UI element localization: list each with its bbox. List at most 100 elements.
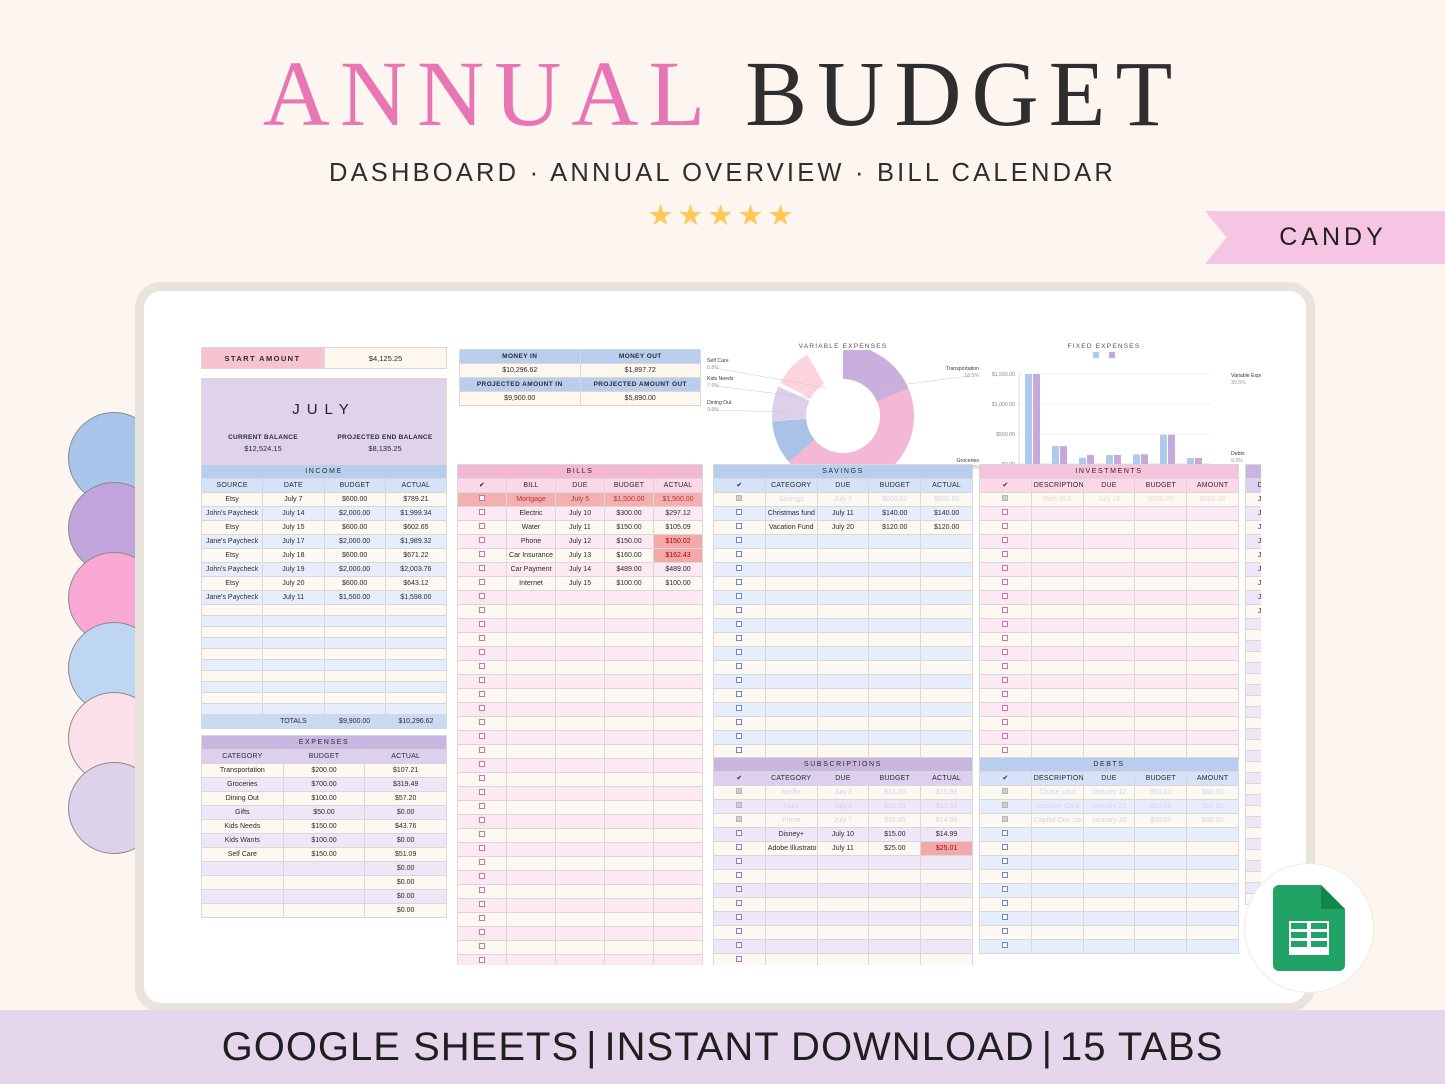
checkbox-icon[interactable] bbox=[736, 579, 743, 585]
row-checkbox[interactable] bbox=[979, 506, 1032, 521]
row-checkbox[interactable] bbox=[713, 730, 766, 745]
checkbox-icon[interactable] bbox=[1002, 705, 1009, 711]
checkbox-icon[interactable] bbox=[479, 607, 485, 613]
money-in-value[interactable]: $10,296.62 bbox=[459, 363, 581, 378]
row-checkbox[interactable] bbox=[713, 953, 766, 965]
row-checkbox[interactable] bbox=[457, 548, 507, 563]
row-checkbox[interactable] bbox=[979, 632, 1032, 647]
checkbox-icon[interactable] bbox=[479, 663, 485, 669]
checkbox-icon[interactable] bbox=[479, 831, 485, 837]
checkbox-icon[interactable] bbox=[1002, 788, 1009, 794]
checkbox-icon[interactable] bbox=[479, 845, 485, 851]
row-checkbox[interactable] bbox=[713, 562, 766, 577]
row-checkbox[interactable] bbox=[713, 841, 766, 856]
checkbox-icon[interactable] bbox=[1002, 858, 1009, 864]
checkbox-icon[interactable] bbox=[479, 803, 485, 809]
row-checkbox[interactable] bbox=[979, 590, 1032, 605]
checkbox-icon[interactable] bbox=[1002, 719, 1009, 725]
checkbox-icon[interactable] bbox=[479, 915, 485, 921]
checkbox-icon[interactable] bbox=[736, 802, 743, 808]
row-checkbox[interactable] bbox=[979, 604, 1032, 619]
row-checkbox[interactable] bbox=[979, 911, 1032, 926]
row-checkbox[interactable] bbox=[979, 520, 1032, 535]
row-checkbox[interactable] bbox=[713, 590, 766, 605]
row-checkbox[interactable] bbox=[979, 925, 1032, 940]
row-checkbox[interactable] bbox=[457, 604, 507, 619]
checkbox-icon[interactable] bbox=[736, 747, 743, 753]
row-checkbox[interactable] bbox=[457, 716, 507, 731]
checkbox-icon[interactable] bbox=[736, 830, 743, 836]
checkbox-icon[interactable] bbox=[736, 858, 743, 864]
checkbox-icon[interactable] bbox=[1002, 495, 1009, 501]
checkbox-icon[interactable] bbox=[736, 537, 743, 543]
row-checkbox[interactable] bbox=[457, 898, 507, 913]
checkbox-icon[interactable] bbox=[479, 929, 485, 935]
row-checkbox[interactable] bbox=[979, 730, 1032, 745]
checkbox-icon[interactable] bbox=[736, 886, 743, 892]
row-checkbox[interactable] bbox=[713, 492, 766, 507]
row-checkbox[interactable] bbox=[457, 576, 507, 591]
checkbox-icon[interactable] bbox=[479, 859, 485, 865]
row-checkbox[interactable] bbox=[457, 744, 507, 759]
row-checkbox[interactable] bbox=[713, 883, 766, 898]
checkbox-icon[interactable] bbox=[1002, 914, 1009, 920]
row-checkbox[interactable] bbox=[457, 646, 507, 661]
row-checkbox[interactable] bbox=[457, 562, 507, 577]
checkbox-icon[interactable] bbox=[479, 495, 485, 501]
row-checkbox[interactable] bbox=[979, 492, 1032, 507]
row-checkbox[interactable] bbox=[979, 702, 1032, 717]
checkbox-icon[interactable] bbox=[1002, 593, 1009, 599]
checkbox-icon[interactable] bbox=[736, 663, 743, 669]
row-checkbox[interactable] bbox=[979, 674, 1032, 689]
projected-out-value[interactable]: $5,890.00 bbox=[579, 391, 701, 406]
checkbox-icon[interactable] bbox=[1002, 551, 1009, 557]
checkbox-icon[interactable] bbox=[479, 579, 485, 585]
checkbox-icon[interactable] bbox=[1002, 649, 1009, 655]
checkbox-icon[interactable] bbox=[736, 872, 743, 878]
checkbox-icon[interactable] bbox=[479, 887, 485, 893]
row-checkbox[interactable] bbox=[457, 674, 507, 689]
checkbox-icon[interactable] bbox=[479, 621, 485, 627]
row-checkbox[interactable] bbox=[979, 869, 1032, 884]
row-checkbox[interactable] bbox=[979, 841, 1032, 856]
checkbox-icon[interactable] bbox=[479, 635, 485, 641]
row-checkbox[interactable] bbox=[979, 883, 1032, 898]
row-checkbox[interactable] bbox=[713, 939, 766, 954]
checkbox-icon[interactable] bbox=[736, 593, 743, 599]
checkbox-icon[interactable] bbox=[736, 565, 743, 571]
row-checkbox[interactable] bbox=[457, 884, 507, 899]
checkbox-icon[interactable] bbox=[1002, 565, 1009, 571]
checkbox-icon[interactable] bbox=[736, 551, 743, 557]
row-checkbox[interactable] bbox=[457, 772, 507, 787]
row-checkbox[interactable] bbox=[713, 632, 766, 647]
checkbox-icon[interactable] bbox=[736, 607, 743, 613]
checkbox-icon[interactable] bbox=[479, 789, 485, 795]
row-checkbox[interactable] bbox=[713, 660, 766, 675]
row-checkbox[interactable] bbox=[713, 869, 766, 884]
row-checkbox[interactable] bbox=[713, 911, 766, 926]
row-checkbox[interactable] bbox=[457, 940, 507, 955]
checkbox-icon[interactable] bbox=[736, 621, 743, 627]
checkbox-icon[interactable] bbox=[1002, 747, 1009, 753]
checkbox-icon[interactable] bbox=[1002, 872, 1009, 878]
row-checkbox[interactable] bbox=[713, 716, 766, 731]
row-checkbox[interactable] bbox=[713, 785, 766, 800]
row-checkbox[interactable] bbox=[457, 618, 507, 633]
row-checkbox[interactable] bbox=[457, 492, 507, 507]
checkbox-icon[interactable] bbox=[1002, 537, 1009, 543]
row-checkbox[interactable] bbox=[457, 800, 507, 815]
row-checkbox[interactable] bbox=[979, 897, 1032, 912]
checkbox-icon[interactable] bbox=[736, 900, 743, 906]
checkbox-icon[interactable] bbox=[479, 537, 485, 543]
checkbox-icon[interactable] bbox=[736, 956, 743, 962]
row-checkbox[interactable] bbox=[457, 506, 507, 521]
checkbox-icon[interactable] bbox=[479, 775, 485, 781]
row-checkbox[interactable] bbox=[713, 925, 766, 940]
checkbox-icon[interactable] bbox=[479, 719, 485, 725]
row-checkbox[interactable] bbox=[979, 716, 1032, 731]
row-checkbox[interactable] bbox=[713, 604, 766, 619]
row-checkbox[interactable] bbox=[457, 590, 507, 605]
checkbox-icon[interactable] bbox=[1002, 928, 1009, 934]
checkbox-icon[interactable] bbox=[479, 705, 485, 711]
row-checkbox[interactable] bbox=[979, 799, 1032, 814]
